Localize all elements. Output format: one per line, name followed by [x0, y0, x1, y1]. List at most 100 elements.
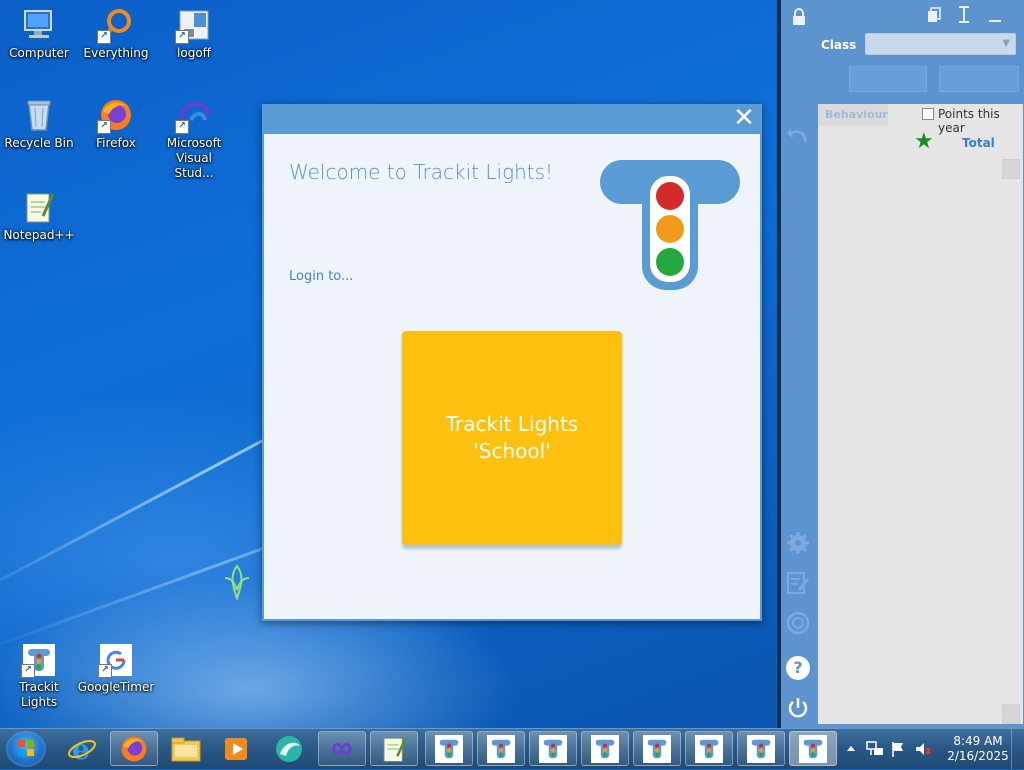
dialog-content: Welcome to Trackit Lights! Login to... T…: [264, 134, 760, 619]
panel-action-button-1[interactable]: [849, 66, 927, 92]
school-login-button[interactable]: Trackit Lights 'School': [402, 331, 622, 545]
visual-studio-icon: ↗: [175, 98, 211, 134]
tab-behaviour[interactable]: Behaviour: [818, 104, 888, 126]
taskbar-trackit-window-2[interactable]: [477, 731, 525, 766]
desktop-icon-trackit-lights[interactable]: ↗ Trackit Lights: [0, 644, 78, 710]
lock-icon[interactable]: [791, 8, 807, 26]
taskbar-firefox[interactable]: [110, 731, 158, 766]
taskbar-infinity-app[interactable]: [318, 731, 366, 766]
trackit-lights-icon: [435, 734, 463, 763]
media-player-icon: [225, 737, 247, 760]
notepad-plus-plus-icon: [22, 190, 56, 224]
desktop-icon-recycle-bin[interactable]: Recycle Bin: [0, 98, 78, 151]
desktop-icon-label: logoff: [177, 46, 211, 60]
points-list-panel: Behaviour Points this year ★ Total: [818, 104, 1023, 724]
taskbar-trackit-window-7[interactable]: [737, 731, 785, 766]
taskbar-internet-explorer[interactable]: e: [58, 731, 106, 766]
class-label: Class: [821, 38, 857, 52]
everything-icon: ↗: [97, 8, 133, 44]
class-dropdown[interactable]: ▼: [865, 33, 1016, 55]
logoff-icon: ↗: [175, 8, 211, 44]
trackit-lights-icon: [747, 734, 775, 763]
history-clock-icon[interactable]: [785, 610, 811, 636]
system-tray: 8:49 AM 2/16/2025: [842, 729, 1024, 769]
scrollbar-up[interactable]: [1002, 159, 1020, 179]
start-button[interactable]: [6, 731, 46, 767]
wallpaper-flower-icon: [224, 564, 250, 600]
trackit-lights-icon: [643, 734, 671, 763]
trackit-lights-icon: [487, 734, 515, 763]
taskbar-trackit-window-3[interactable]: [529, 731, 577, 766]
welcome-heading: Welcome to Trackit Lights!: [289, 160, 554, 184]
taskbar-trackit-window-6[interactable]: [685, 731, 733, 766]
dialog-titlebar[interactable]: ✕: [262, 104, 762, 134]
desktop-icon-label: Microsoft Visual Stud...: [166, 136, 222, 180]
desktop-icon-label: Trackit Lights: [19, 680, 59, 709]
scrollbar-down[interactable]: [1002, 704, 1020, 724]
volume-muted-icon[interactable]: [914, 740, 932, 758]
taskbar-trackit-window-4[interactable]: [581, 731, 629, 766]
desktop-icon-label: Firefox: [96, 136, 136, 150]
desktop-icon-label: GoogleTimer: [77, 680, 155, 694]
taskbar-media-player[interactable]: [212, 731, 260, 766]
taskbar-app[interactable]: [265, 731, 313, 766]
taskbar: e 8:49 AM 2/16/2025: [0, 728, 1024, 769]
system-clock[interactable]: 8:49 AM 2/16/2025: [942, 734, 1014, 764]
desktop-icon-notepad-plus-plus[interactable]: Notepad++: [0, 190, 78, 243]
undo-icon[interactable]: [785, 122, 811, 148]
taskbar-trackit-window-5[interactable]: [633, 731, 681, 766]
trackit-lights-icon: [539, 734, 567, 763]
desktop-icon-firefox[interactable]: ↗ Firefox: [77, 98, 155, 151]
firefox-icon: [121, 736, 147, 761]
login-dialog: ✕ Welcome to Trackit Lights! Login to...…: [262, 104, 762, 621]
taskbar-trackit-window-8-active[interactable]: [789, 731, 837, 766]
desktop-icon-label: Everything: [83, 46, 149, 60]
help-button[interactable]: ?: [785, 655, 811, 681]
desktop-icon-visual-studio[interactable]: ↗ Microsoft Visual Stud...: [155, 98, 233, 181]
star-icon: ★: [914, 129, 934, 154]
action-center-flag-icon[interactable]: [890, 740, 906, 758]
trackit-lights-icon: [695, 734, 723, 763]
close-button[interactable]: ✕: [732, 105, 756, 131]
minimize-icon[interactable]: [987, 6, 1003, 24]
chevron-down-icon: ▼: [1002, 38, 1010, 49]
windows-logo-icon: [18, 740, 34, 756]
settings-gear-icon[interactable]: [785, 530, 811, 556]
trackit-lights-icon: [591, 734, 619, 763]
clock-time: 8:49 AM: [953, 734, 1003, 748]
shortcut-arrow-icon: ↗: [21, 664, 35, 678]
show-desktop-button[interactable]: [1011, 729, 1024, 769]
edit-notes-icon[interactable]: [785, 570, 811, 596]
power-icon[interactable]: [785, 695, 811, 721]
taskbar-notepad-plus-plus[interactable]: [370, 731, 418, 766]
panel-action-button-2[interactable]: [939, 66, 1019, 92]
trackit-lights-icon: [799, 734, 827, 763]
file-explorer-icon: [171, 737, 201, 761]
shortcut-arrow-icon: ↗: [97, 30, 111, 44]
shortcut-arrow-icon: ↗: [175, 30, 189, 44]
desktop-icon-computer[interactable]: Computer: [0, 8, 78, 61]
total-column-header[interactable]: Total: [962, 136, 995, 150]
school-button-line2: 'School': [473, 439, 551, 463]
svg-text:e: e: [72, 734, 90, 764]
shortcut-arrow-icon: ↗: [98, 664, 112, 678]
text-cursor-icon[interactable]: [957, 6, 971, 24]
taskbar-file-explorer[interactable]: [162, 731, 210, 766]
desktop-icon-everything[interactable]: ↗ Everything: [77, 8, 155, 61]
desktop-icon-google-timer[interactable]: ↗ GoogleTimer: [77, 644, 155, 695]
desktop-icon-label: Recycle Bin: [4, 136, 74, 150]
network-icon[interactable]: [866, 740, 884, 758]
points-this-year-label: Points this year: [938, 107, 1000, 135]
login-to-label: Login to...: [289, 269, 354, 284]
panel-divider: [777, 0, 781, 728]
desktop-icon-logoff[interactable]: ↗ logoff: [155, 8, 233, 61]
shortcut-arrow-icon: ↗: [175, 120, 189, 134]
show-hidden-icons-icon[interactable]: [846, 744, 856, 752]
google-timer-icon: ↗: [98, 644, 132, 678]
copy-icon[interactable]: [927, 7, 941, 23]
internet-explorer-icon: e: [68, 734, 96, 764]
points-this-year-checkbox[interactable]: [922, 108, 934, 120]
trackit-side-panel: Class ▼ ? Behaviour Points this year ★ T…: [777, 0, 1024, 728]
firefox-icon: ↗: [97, 98, 133, 134]
taskbar-trackit-window-1[interactable]: [425, 731, 473, 766]
